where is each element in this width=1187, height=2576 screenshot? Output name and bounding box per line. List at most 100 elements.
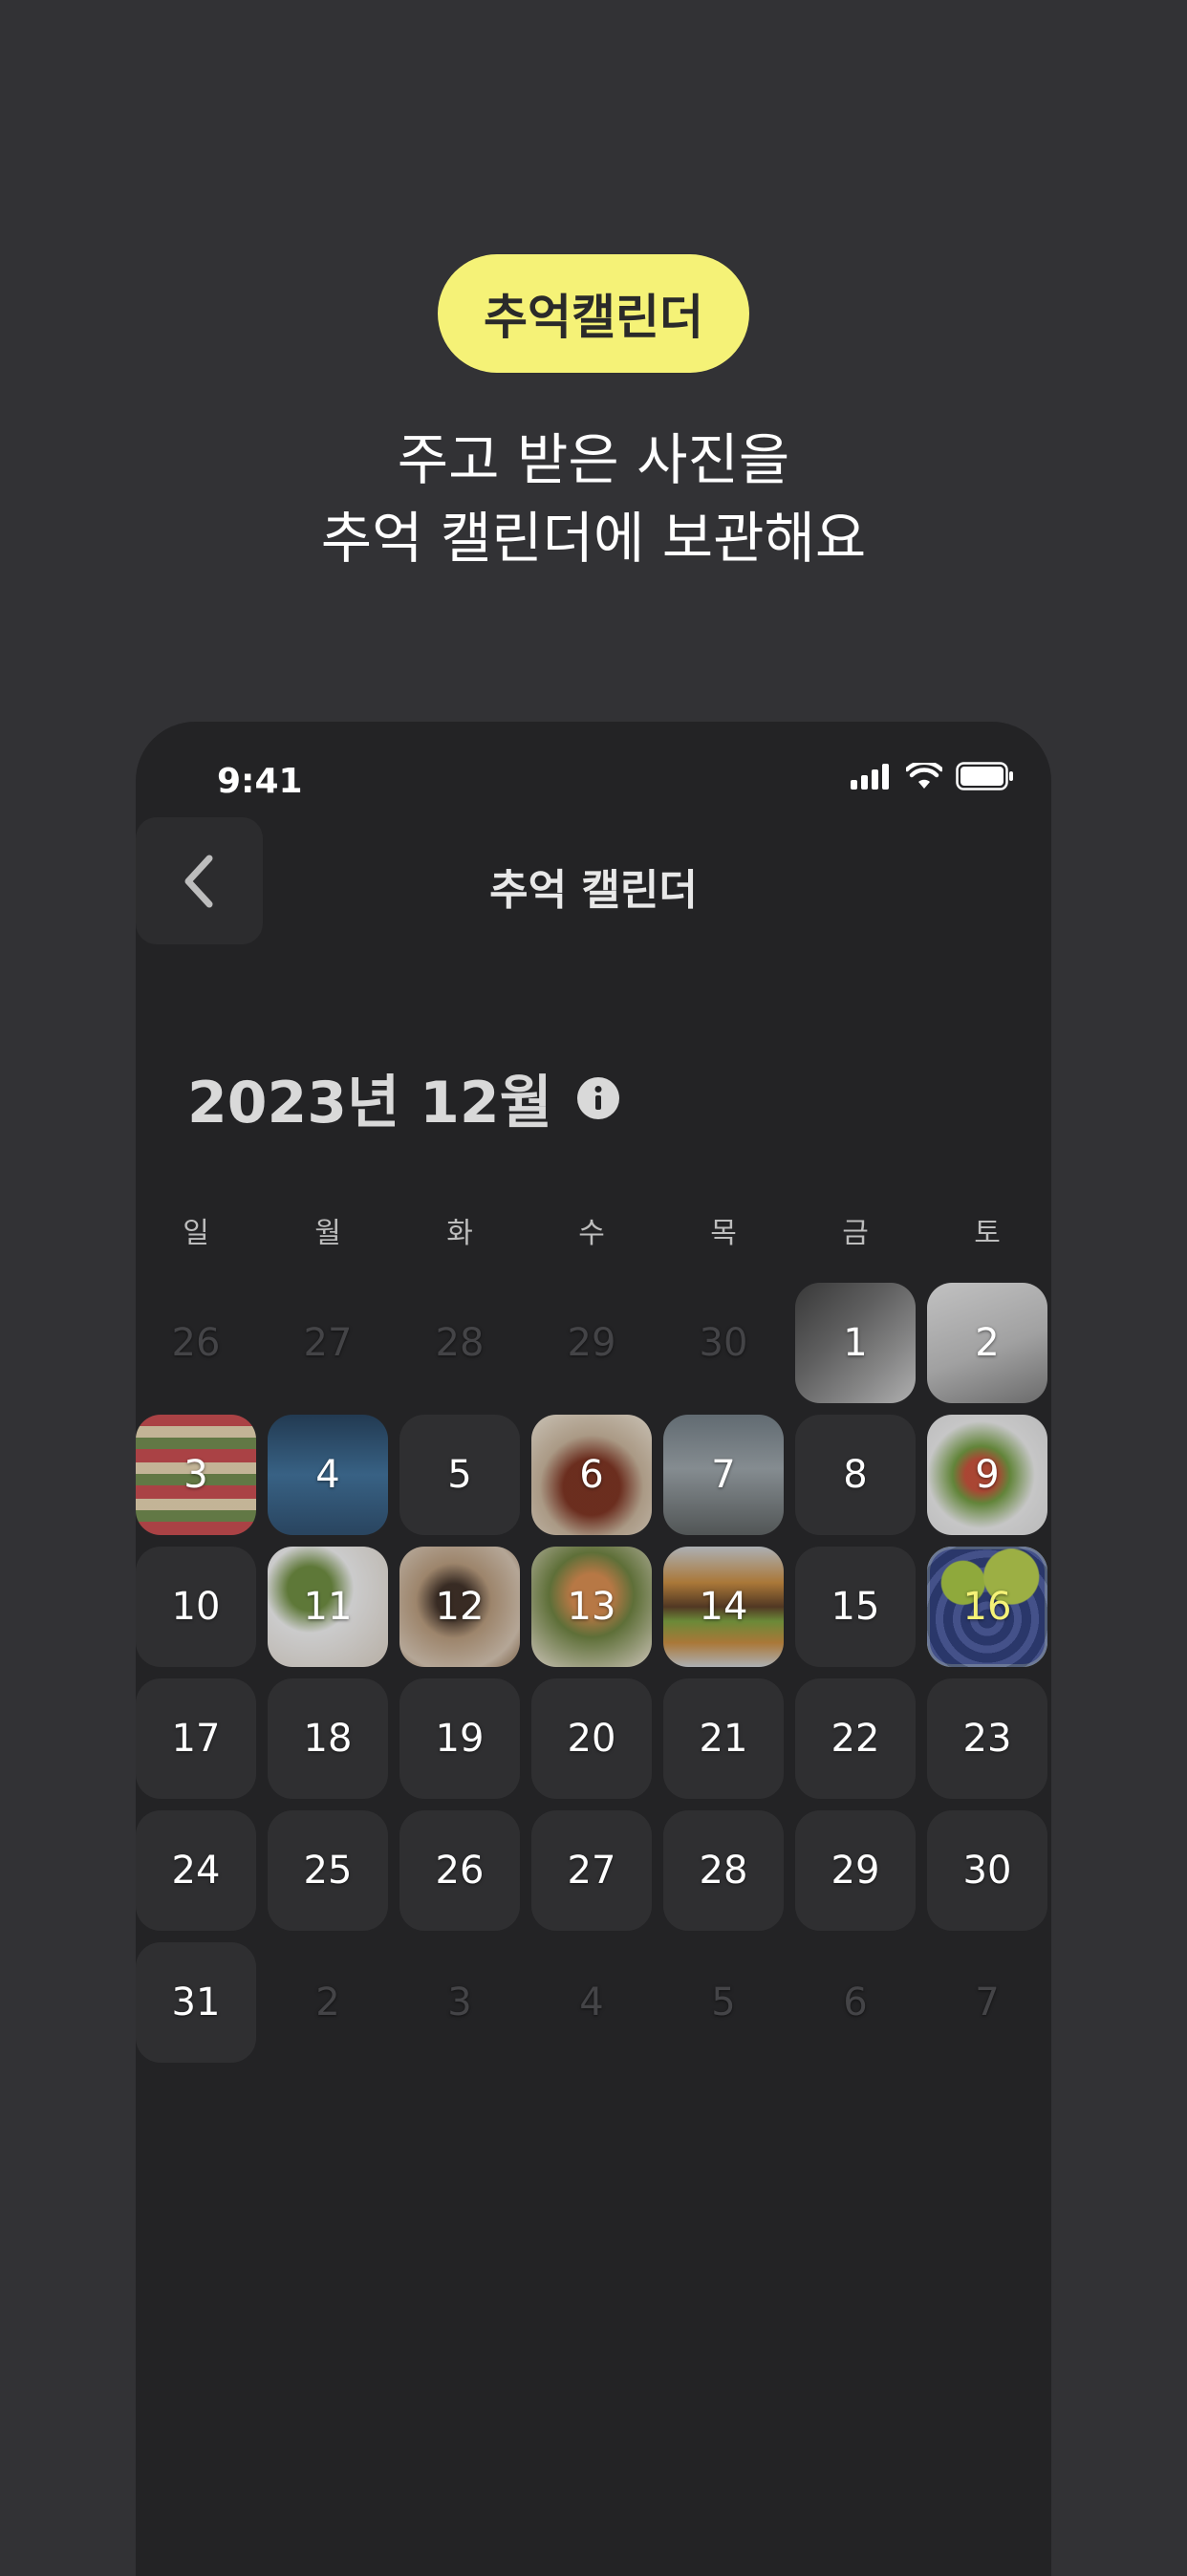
calendar-day-outside: 26 (136, 1283, 256, 1403)
day-number: 30 (699, 1321, 748, 1365)
calendar-day[interactable]: 10 (136, 1547, 256, 1667)
weekday-row: 일월화수목금토 (136, 1209, 1051, 1257)
day-number: 5 (711, 1981, 736, 2024)
calendar-day[interactable]: 15 (795, 1547, 916, 1667)
calendar-day[interactable]: 5 (399, 1415, 520, 1535)
headline: 주고 받은 사진을 추억 캘린더에 보관해요 (0, 421, 1187, 577)
battery-icon (956, 762, 1013, 790)
day-number: 3 (183, 1453, 208, 1497)
calendar-day[interactable]: 28 (663, 1810, 784, 1931)
calendar-day-outside: 30 (663, 1283, 784, 1403)
calendar-day-photo[interactable]: 12 (399, 1547, 520, 1667)
calendar-day-photo[interactable]: 1 (795, 1283, 916, 1403)
day-number: 26 (435, 1849, 485, 1893)
day-number: 7 (711, 1453, 736, 1497)
day-number: 15 (831, 1585, 880, 1629)
calendar-day-outside: 27 (268, 1283, 388, 1403)
calendar-day-outside: 29 (531, 1283, 652, 1403)
month-title: 2023년 12월 (187, 1070, 552, 1136)
calendar-day[interactable]: 21 (663, 1678, 784, 1799)
day-number: 24 (171, 1849, 221, 1893)
day-number: 28 (699, 1849, 748, 1893)
info-icon[interactable] (576, 1076, 619, 1119)
day-number: 2 (975, 1321, 1000, 1365)
calendar-day[interactable]: 17 (136, 1678, 256, 1799)
day-number: 27 (567, 1849, 616, 1893)
headline-line-2: 추억 캘린더에 보관해요 (320, 506, 867, 571)
calendar-day-selected[interactable]: 16 (927, 1547, 1047, 1667)
nav-title: 추억 캘린더 (489, 866, 698, 915)
signal-icon (851, 764, 889, 790)
day-number: 10 (171, 1585, 221, 1629)
day-number: 29 (831, 1849, 880, 1893)
day-number: 20 (567, 1717, 616, 1761)
day-number: 4 (315, 1453, 340, 1497)
calendar-day[interactable]: 31 (136, 1942, 256, 2063)
calendar-day[interactable]: 22 (795, 1678, 916, 1799)
day-number: 30 (962, 1849, 1012, 1893)
calendar-day-photo[interactable]: 7 (663, 1415, 784, 1535)
calendar-day[interactable]: 8 (795, 1415, 916, 1535)
day-number: 12 (435, 1585, 485, 1629)
day-number: 3 (447, 1981, 472, 2024)
day-number: 31 (171, 1981, 221, 2024)
day-number: 1 (843, 1321, 868, 1365)
calendar-day-outside: 2 (268, 1942, 388, 2063)
calendar-day-outside: 6 (795, 1942, 916, 2063)
calendar-day[interactable]: 20 (531, 1678, 652, 1799)
weekday-label: 수 (578, 1217, 605, 1250)
calendar-day[interactable]: 23 (927, 1678, 1047, 1799)
day-number: 25 (303, 1849, 353, 1893)
calendar-day-photo[interactable]: 2 (927, 1283, 1047, 1403)
day-number: 6 (843, 1981, 868, 2024)
calendar-day-photo[interactable]: 4 (268, 1415, 388, 1535)
weekday-label: 화 (446, 1217, 473, 1250)
day-number: 8 (843, 1453, 868, 1497)
day-number: 16 (962, 1585, 1012, 1629)
day-number: 19 (435, 1717, 485, 1761)
calendar-day-photo[interactable]: 13 (531, 1547, 652, 1667)
phone-screen: 9:41 추억 캘린더 2023년 12월 일 월 화 수 목 금 토 26 2… (136, 722, 1051, 2576)
calendar-day[interactable]: 24 (136, 1810, 256, 1931)
calendar-day[interactable]: 25 (268, 1810, 388, 1931)
calendar-day[interactable]: 29 (795, 1810, 916, 1931)
weekday-label: 일 (183, 1217, 209, 1250)
day-number: 27 (303, 1321, 353, 1365)
weekday-label: 토 (974, 1217, 1001, 1250)
calendar-day-photo[interactable]: 6 (531, 1415, 652, 1535)
calendar-day-outside: 3 (399, 1942, 520, 2063)
calendar-day-photo[interactable]: 11 (268, 1547, 388, 1667)
day-number: 22 (831, 1717, 880, 1761)
day-number: 9 (975, 1453, 1000, 1497)
calendar-day[interactable]: 27 (531, 1810, 652, 1931)
headline-line-1: 주고 받은 사진을 (397, 427, 790, 492)
day-number: 26 (171, 1321, 221, 1365)
day-number: 2 (315, 1981, 340, 2024)
day-number: 28 (435, 1321, 485, 1365)
day-number: 18 (303, 1717, 353, 1761)
day-number: 23 (962, 1717, 1012, 1761)
weekday-label: 목 (710, 1217, 737, 1250)
weekday-label: 금 (842, 1217, 869, 1250)
day-number: 17 (171, 1717, 221, 1761)
calendar-day[interactable]: 19 (399, 1678, 520, 1799)
calendar-day-photo[interactable]: 9 (927, 1415, 1047, 1535)
calendar-day-photo[interactable]: 14 (663, 1547, 784, 1667)
day-number: 4 (579, 1981, 604, 2024)
calendar-day[interactable]: 18 (268, 1678, 388, 1799)
status-icons (851, 762, 1015, 790)
calendar-day-photo[interactable]: 3 (136, 1415, 256, 1535)
calendar-day-outside: 28 (399, 1283, 520, 1403)
weekday-label: 월 (314, 1217, 341, 1250)
day-number: 14 (699, 1585, 748, 1629)
calendar-day[interactable]: 26 (399, 1810, 520, 1931)
day-number: 29 (567, 1321, 616, 1365)
day-number: 7 (975, 1981, 1000, 2024)
day-number: 13 (567, 1585, 616, 1629)
day-number: 6 (579, 1453, 604, 1497)
calendar-day-outside: 7 (927, 1942, 1047, 2063)
day-number: 21 (699, 1717, 748, 1761)
month-header: 2023년 12월 (187, 1056, 619, 1139)
day-number: 11 (303, 1585, 353, 1629)
calendar-day[interactable]: 30 (927, 1810, 1047, 1931)
